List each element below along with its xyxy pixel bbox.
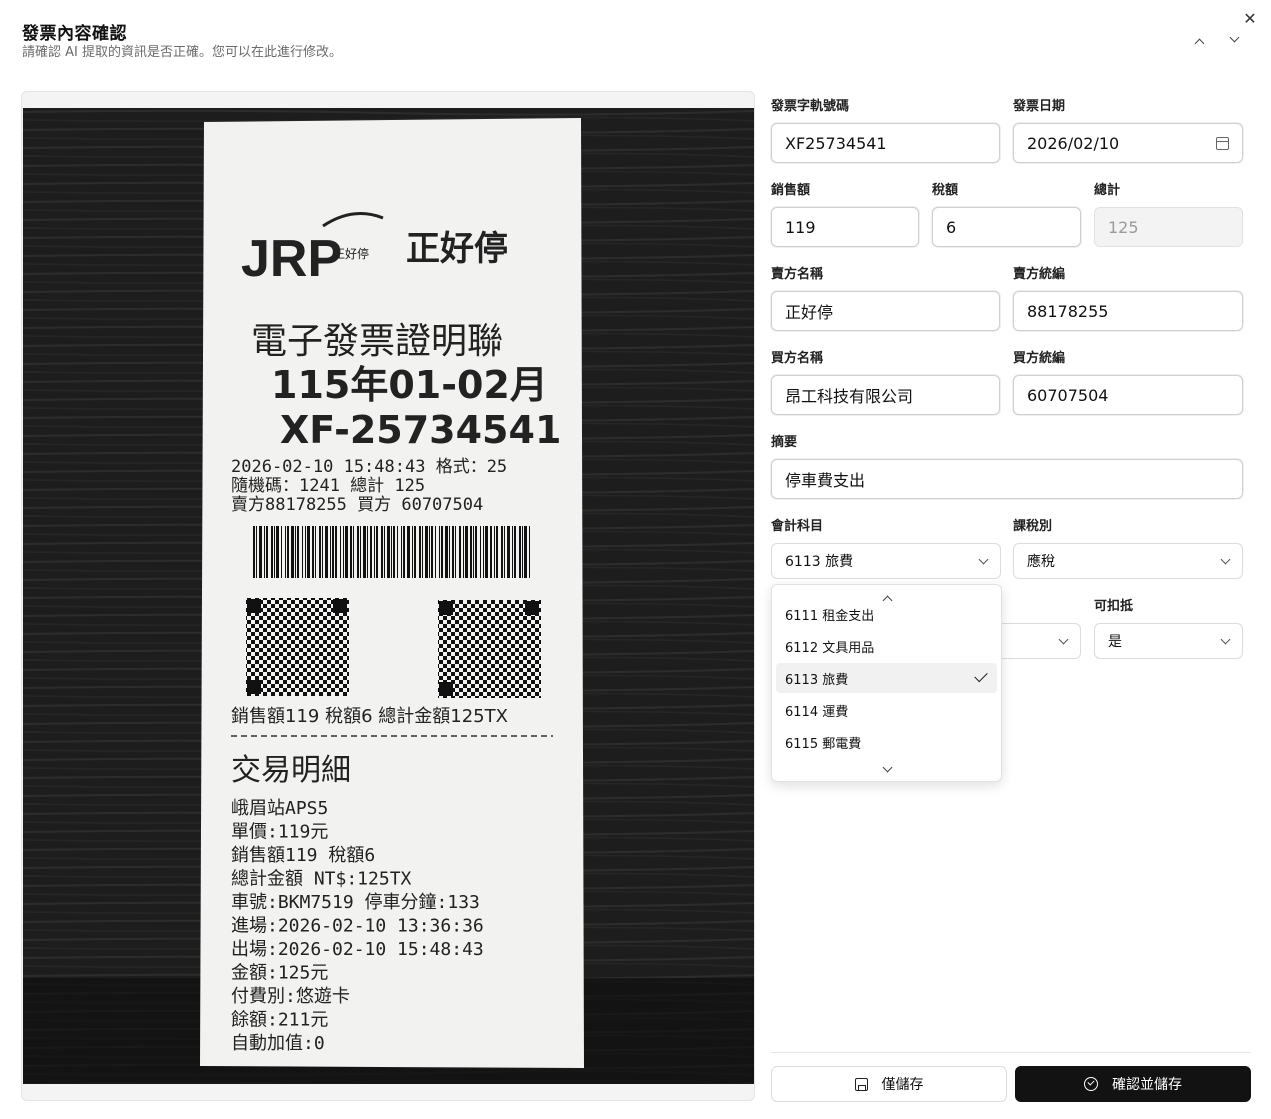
receipt-line1: 2026-02-10 15:48:43 格式：25 xyxy=(231,457,507,477)
deductible-select-value: 是 xyxy=(1108,634,1122,650)
tax-type-select[interactable]: 應稅 xyxy=(1013,543,1243,579)
chevron-down-icon xyxy=(1058,634,1069,644)
account-option-label: 6111 租金支出 xyxy=(785,608,875,624)
receipt-number: XF-25734541 xyxy=(280,408,561,452)
receipt-detail-title: 交易明細 xyxy=(231,753,351,788)
save-icon xyxy=(854,1077,868,1091)
account-option-label: 6113 旅費 xyxy=(785,672,849,688)
receipt-photo: JRP 正好停 正好停 電子發票證明聯 115年01-02月 XF-257345… xyxy=(23,108,754,1084)
confirm-save-label: 確認並儲存 xyxy=(1112,1077,1182,1093)
receipt-detail-line: 餘額:211元 xyxy=(231,1010,328,1031)
receipt-detail-line: 自動加值:0 xyxy=(231,1033,325,1054)
summary-label: 摘要 xyxy=(771,435,798,450)
seller-id-label: 賣方統編 xyxy=(1013,267,1066,282)
chevron-down-icon[interactable] xyxy=(1229,32,1240,43)
chevron-down-icon xyxy=(1220,634,1231,644)
account-select[interactable]: 6113 旅費 xyxy=(771,543,1001,579)
invoice-number-label: 發票字軌號碼 xyxy=(771,99,850,114)
tax-amount-label: 稅額 xyxy=(932,183,959,198)
save-only-button[interactable]: 僅儲存 xyxy=(771,1066,1007,1102)
account-option-label: 6115 郵電費 xyxy=(785,736,862,752)
account-select-value: 6113 旅費 xyxy=(785,554,854,570)
invoice-number-input[interactable]: XF25734541 xyxy=(771,123,1000,163)
account-option-label: 6112 文具用品 xyxy=(785,640,875,656)
receipt-brand-name: 正好停 xyxy=(406,229,508,269)
summary-input[interactable]: 停車費支出 xyxy=(771,459,1243,499)
total-input: 125 xyxy=(1094,207,1243,247)
calendar-icon[interactable] xyxy=(1216,136,1229,150)
receipt-line3: 賣方88178255 買方 60707504 xyxy=(231,495,483,515)
sales-amount-label: 銷售額 xyxy=(771,183,811,198)
receipt-brand: JRP xyxy=(241,230,342,288)
account-label: 會計科目 xyxy=(771,519,824,534)
scroll-down-icon[interactable] xyxy=(882,762,893,774)
account-option[interactable]: 6112 文具用品 xyxy=(776,631,997,661)
seller-name-label: 賣方名稱 xyxy=(771,267,824,282)
chevron-down-icon xyxy=(978,554,989,564)
receipt-detail-line: 單價:119元 xyxy=(231,822,328,843)
receipt-detail-line: 進場:2026-02-10 13:36:36 xyxy=(231,916,484,937)
account-option[interactable]: 6115 郵電費 xyxy=(776,727,997,757)
buyer-name-label: 買方名稱 xyxy=(771,351,824,366)
chevron-up-icon[interactable] xyxy=(1194,37,1205,49)
buyer-id-label: 買方統編 xyxy=(1013,351,1066,366)
total-label: 總計 xyxy=(1094,183,1121,198)
receipt-brand-small: 正好停 xyxy=(333,246,369,261)
tax-type-select-value: 應稅 xyxy=(1027,554,1055,570)
receipt-line2: 隨機碼：1241 總計 125 xyxy=(231,476,425,496)
receipt-detail-line: 銷售額119 稅額6 xyxy=(231,845,375,866)
deductible-select[interactable]: 是 xyxy=(1094,623,1243,659)
receipt-heading: 電子發票證明聯 xyxy=(251,321,503,362)
buyer-name-input[interactable]: 昂工科技有限公司 xyxy=(771,375,1000,415)
receipt-detail-line: 付費別:悠遊卡 xyxy=(231,986,350,1007)
tax-type-label: 課稅別 xyxy=(1013,519,1053,534)
account-option-selected[interactable]: 6113 旅費 xyxy=(776,663,997,693)
receipt-detail-line: 出場:2026-02-10 15:48:43 xyxy=(231,939,484,960)
invoice-date-input[interactable]: 2026/02/10 xyxy=(1013,123,1243,163)
account-dropdown: 6111 租金支出 6112 文具用品 6113 旅費 6114 運費 6115… xyxy=(771,584,1002,782)
check-icon xyxy=(974,668,988,683)
save-only-label: 僅儲存 xyxy=(881,1077,924,1093)
deductible-label: 可扣抵 xyxy=(1094,599,1134,614)
receipt-image-panel: JRP 正好停 正好停 電子發票證明聯 115年01-02月 XF-257345… xyxy=(21,91,755,1101)
account-option[interactable]: 6114 運費 xyxy=(776,695,997,725)
invoice-date-value: 2026/02/10 xyxy=(1027,133,1120,153)
receipt-detail-line: 金額:125元 xyxy=(231,963,328,984)
receipt-photo-graphic: JRP 正好停 正好停 電子發票證明聯 115年01-02月 XF-257345… xyxy=(23,108,754,1084)
receipt-period: 115年01-02月 xyxy=(271,363,548,407)
account-option[interactable]: 6111 租金支出 xyxy=(776,599,997,629)
buyer-id-input[interactable]: 60707504 xyxy=(1013,375,1243,415)
dialog-subtitle: 請確認 AI 提取的資訊是否正確。您可以在此進行修改。 xyxy=(22,45,342,60)
receipt-totals: 銷售額119 稅額6 總計金額125TX xyxy=(231,706,508,727)
footer-divider xyxy=(771,1052,1251,1053)
close-icon[interactable]: ✕ xyxy=(1241,11,1259,30)
seller-id-input[interactable]: 88178255 xyxy=(1013,291,1243,331)
receipt-detail-line: 車號:BKM7519 停車分鐘:133 xyxy=(231,892,480,913)
confirm-save-button[interactable]: 確認並儲存 xyxy=(1015,1066,1251,1102)
receipt-detail-line: 峨眉站APS5 xyxy=(231,798,328,819)
tax-amount-input[interactable]: 6 xyxy=(932,207,1081,247)
sales-amount-input[interactable]: 119 xyxy=(771,207,919,247)
account-option-label: 6114 運費 xyxy=(785,704,849,720)
chevron-down-icon xyxy=(1220,554,1231,564)
check-circle-icon xyxy=(1084,1077,1098,1091)
seller-name-input[interactable]: 正好停 xyxy=(771,291,1000,331)
receipt-detail-line: 總計金額 NT$:125TX xyxy=(231,869,412,890)
invoice-date-label: 發票日期 xyxy=(1013,99,1066,114)
